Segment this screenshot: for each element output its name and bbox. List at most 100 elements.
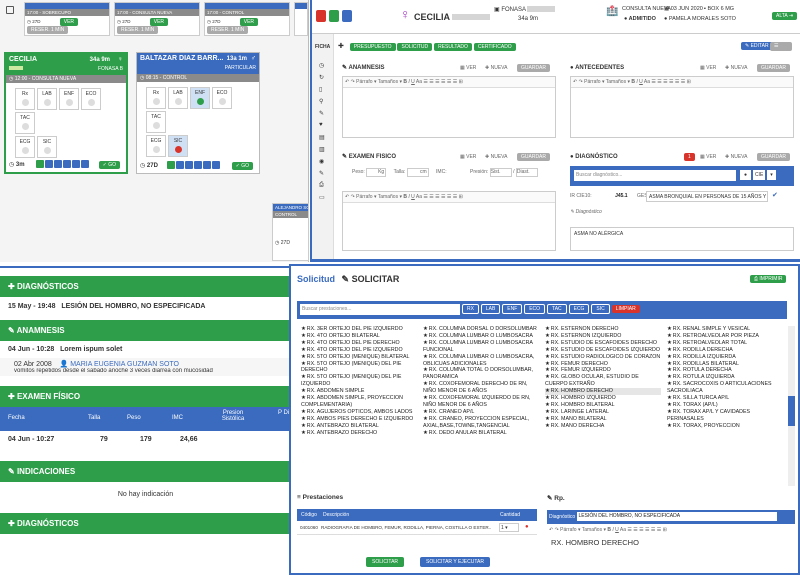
remove-icon[interactable]: ● bbox=[525, 524, 529, 530]
test-enf[interactable]: ENF bbox=[190, 87, 210, 109]
test-enf[interactable]: ENF bbox=[59, 88, 79, 110]
ver-link[interactable]: ▦ VER bbox=[460, 65, 476, 71]
filter-tac[interactable]: TAC bbox=[547, 304, 567, 314]
reser-button[interactable]: RESER. 1 MIN bbox=[27, 26, 69, 34]
star-icon[interactable]: ★ bbox=[301, 374, 306, 380]
prestacion-item[interactable]: ★RX. FEMUR DERECHO bbox=[545, 361, 661, 368]
star-icon[interactable]: ★ bbox=[545, 347, 550, 353]
sist-input[interactable]: Sist. bbox=[489, 168, 512, 177]
star-icon[interactable]: ★ bbox=[423, 409, 428, 415]
star-icon[interactable]: ★ bbox=[301, 409, 306, 415]
prestacion-item[interactable]: ★RX. MANO BILATERAL bbox=[545, 416, 661, 423]
alta-button[interactable]: ALTA ⇥ bbox=[772, 12, 798, 20]
guardar-button[interactable]: GUARDAR bbox=[517, 153, 551, 161]
prestacion-item[interactable]: ★RX. MANO DERECHA bbox=[545, 423, 661, 430]
solicitud-button[interactable]: SOLICITUD bbox=[397, 43, 433, 51]
star-icon[interactable]: ★ bbox=[545, 367, 550, 373]
options-button[interactable]: ☰ bbox=[770, 42, 792, 51]
diag-search-input[interactable]: Buscar diagnóstico... bbox=[574, 170, 736, 181]
prestacion-item[interactable]: ★RX. 4TO ORTEJO DEL PIE IZQUIERDO bbox=[301, 347, 417, 354]
prestacion-item[interactable]: ★RX. AGUJEROS OPTICOS, AMBOS LADOS bbox=[301, 409, 417, 416]
prestacion-item[interactable]: ★RX. COXOFEMORAL DERECHO DE RN, NIÑO MEN… bbox=[423, 381, 539, 395]
prestacion-item[interactable]: ★RX. ANTEBRAZO DERECHO bbox=[301, 430, 417, 437]
star-icon[interactable]: ★ bbox=[667, 395, 672, 401]
star-icon[interactable]: ★ bbox=[301, 423, 306, 429]
top-card-4[interactable] bbox=[294, 2, 308, 36]
prestacion-item[interactable]: ★RX. FEMUR IZQUIERDO bbox=[545, 367, 661, 374]
filter-lab[interactable]: LAB bbox=[480, 304, 501, 314]
diag-note-input[interactable]: ASMA NO ALÉRGICA bbox=[570, 227, 794, 251]
star-icon[interactable]: ★ bbox=[545, 423, 550, 429]
star-icon[interactable]: ★ bbox=[545, 416, 550, 422]
prestacion-item[interactable]: ★RX. COLUMNA LUMBAR O LUMBOSACRA, OBLICU… bbox=[423, 354, 539, 368]
rail-icon-9[interactable]: ◉ bbox=[319, 158, 324, 165]
save-icon[interactable] bbox=[342, 10, 352, 22]
filter-ecg[interactable]: ECG bbox=[568, 304, 590, 314]
peso-input[interactable]: Kg bbox=[366, 168, 387, 177]
star-icon[interactable]: ★ bbox=[301, 354, 306, 360]
format-select[interactable]: Párrafo bbox=[356, 79, 372, 85]
prestacion-item[interactable]: ★RX. ESTUDIO DE ESCAFOIDES DERECHO bbox=[545, 340, 661, 347]
calendar-icon[interactable] bbox=[6, 6, 14, 14]
prestacion-item[interactable]: ★RX. ESTERNON IZQUIERDO bbox=[545, 333, 661, 340]
prestacion-item[interactable]: ★RX. GLOBO OCULAR, ESTUDIO DE CUERPO EXT… bbox=[545, 374, 661, 388]
star-icon[interactable]: ★ bbox=[667, 347, 672, 353]
filter-enf[interactable]: ENF bbox=[502, 304, 523, 314]
editar-button[interactable]: ✎ EDITAR bbox=[741, 42, 773, 50]
star-icon[interactable]: ★ bbox=[423, 326, 428, 332]
diast-input[interactable]: Diast. bbox=[515, 168, 538, 177]
prestacion-item[interactable]: ★RX. HOMBRO IZQUIERDO bbox=[545, 395, 661, 402]
go-button[interactable]: ✓ GO bbox=[98, 161, 120, 169]
prestacion-item[interactable]: ★RX. TORAX, PROYECCION bbox=[667, 423, 783, 430]
star-icon[interactable]: ★ bbox=[667, 367, 672, 373]
star-icon[interactable]: ★ bbox=[545, 354, 550, 360]
ver-link[interactable]: ▦ VER bbox=[460, 154, 476, 160]
prestacion-item[interactable]: ★RX. COLUMNA TOTAL O DORSOLUMBAR, PANORA… bbox=[423, 367, 539, 381]
filter-sic[interactable]: SIC bbox=[591, 304, 610, 314]
examen-editor[interactable]: ↶ ↷ Párrafo ▾ Tamaños ▾ B I U Aa ☰ ☰ ☰ ☰… bbox=[342, 191, 556, 251]
cie-button[interactable]: CIE bbox=[752, 170, 766, 180]
format-select[interactable]: Párrafo bbox=[560, 527, 576, 533]
format-select[interactable]: Párrafo bbox=[356, 194, 372, 200]
print-icon[interactable] bbox=[329, 10, 339, 22]
star-icon[interactable]: ★ bbox=[423, 367, 428, 373]
prestacion-item[interactable]: ★RX. SACROCOXIS O ARTICULACIONES SACROIL… bbox=[667, 381, 783, 395]
rail-icon-4[interactable]: ⚲ bbox=[319, 98, 323, 105]
test-rx[interactable]: Rx bbox=[146, 87, 166, 109]
prestacion-item[interactable]: ★RX. AMBOS PIES DERECHO E IZQUIERDO bbox=[301, 416, 417, 423]
prestacion-item[interactable]: ★RX. RODILLA IZQUIERDA bbox=[667, 354, 783, 361]
star-icon[interactable]: ★ bbox=[545, 402, 550, 408]
prestacion-item[interactable]: ★RX. TORAX AP/L Y CAVIDADES PERINASALES bbox=[667, 409, 783, 423]
star-icon[interactable]: ★ bbox=[301, 388, 306, 394]
prestacion-item[interactable]: ★RX. RODILLAS BILATERAL bbox=[667, 361, 783, 368]
prestacion-item[interactable]: ★RX. ANTEBRAZO BILATERAL bbox=[301, 423, 417, 430]
add-icon[interactable]: ✚ bbox=[338, 43, 344, 50]
prestacion-item[interactable]: ★RX. RENAL SIMPLE Y VESICAL bbox=[667, 326, 783, 333]
rail-icon-8[interactable]: ▥ bbox=[319, 146, 325, 153]
patient-card-baltazar[interactable]: BALTAZAR DIAZ BARR... 13a 1m ♂ PARTICULA… bbox=[136, 52, 260, 174]
rail-icon-12[interactable]: ▭ bbox=[319, 194, 325, 201]
prestacion-item[interactable]: ★RX. LARINGE LATERAL bbox=[545, 409, 661, 416]
rail-icon-1[interactable]: ◷ bbox=[319, 62, 324, 69]
test-lab[interactable]: LAB bbox=[168, 87, 188, 109]
prestacion-item[interactable]: ★RX. 4TO ORTEJO DEL PIE DERECHO bbox=[301, 340, 417, 347]
star-icon[interactable]: ★ bbox=[667, 381, 672, 387]
star-icon[interactable]: ★ bbox=[423, 354, 428, 360]
guardar-button[interactable]: GUARDAR bbox=[757, 64, 791, 72]
nueva-link[interactable]: ✚ NUEVA bbox=[725, 154, 747, 160]
qty-stepper[interactable]: 1 ▾ bbox=[499, 523, 519, 532]
star-icon[interactable]: ★ bbox=[301, 326, 306, 332]
top-card-1[interactable]: 17:00 - SOBRECUPO ◷ 27D VER RESER. 1 MIN bbox=[24, 2, 110, 36]
antecedentes-editor[interactable]: ↶ ↷ Párrafo ▾ Tamaños ▾ B I U Aa ☰ ☰ ☰ ☰… bbox=[570, 76, 794, 138]
imprimir-button[interactable]: ⎙ IMPRIMIR bbox=[750, 275, 787, 283]
test-eco[interactable]: ECO bbox=[81, 88, 101, 110]
prestacion-item[interactable]: ★RX. 5TO ORTEJO (MEÑIQUE) DEL PIE DERECH… bbox=[301, 361, 417, 375]
prestacion-item[interactable]: ★RX. TORAX (AP/L) bbox=[667, 402, 783, 409]
certificado-button[interactable]: CERTIFICADO bbox=[473, 43, 516, 51]
nueva-link[interactable]: ✚ NUEVA bbox=[485, 65, 507, 71]
prestacion-item[interactable]: ★RX. ESTUDIO DE ESCAFOIDES IZQUIERDO bbox=[545, 347, 661, 354]
ver-link[interactable]: ▦ VER bbox=[700, 65, 716, 71]
star-icon[interactable]: ★ bbox=[545, 388, 550, 394]
more-button[interactable]: ▾ bbox=[767, 170, 776, 180]
nueva-link[interactable]: ✚ NUEVA bbox=[725, 65, 747, 71]
